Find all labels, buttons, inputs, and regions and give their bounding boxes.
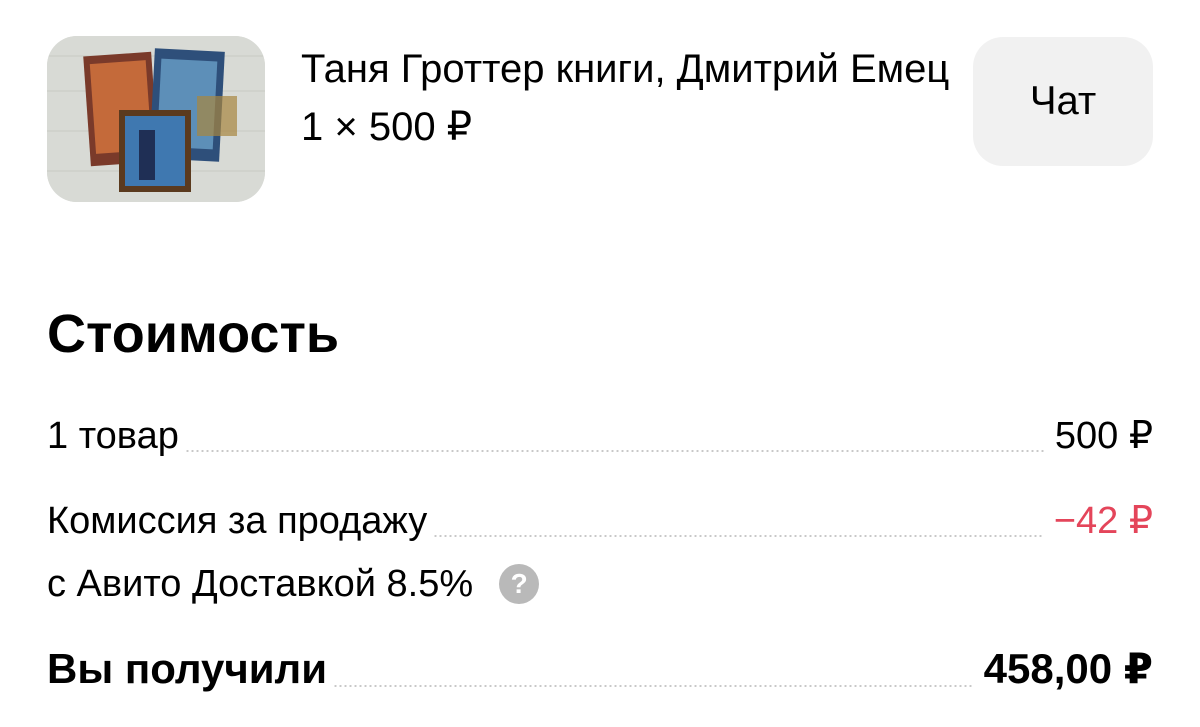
total-label: Вы получили: [47, 645, 328, 692]
dotted-leader: [184, 450, 1045, 452]
items-row: 1 товар 500 ₽: [47, 412, 1153, 460]
items-label: 1 товар: [47, 415, 179, 457]
commission-value: −42 ₽: [1053, 500, 1153, 542]
total-value: 458,00 ₽: [983, 645, 1153, 692]
product-info: Таня Гроттер книги, Дмитрий Емец 1 × 500…: [301, 40, 951, 156]
items-value: 500 ₽: [1054, 415, 1153, 457]
commission-label: Комиссия за продажу: [47, 500, 428, 542]
question-circle-icon[interactable]: ?: [499, 564, 540, 604]
cost-section-title: Стоимость: [47, 304, 340, 364]
product-title[interactable]: Таня Гроттер книги, Дмитрий Емец: [301, 40, 951, 98]
dotted-leader: [333, 685, 974, 687]
product-thumbnail[interactable]: [47, 36, 265, 202]
total-row: Вы получили 458,00 ₽: [47, 643, 1153, 695]
commission-row: Комиссия за продажу −42 ₽: [47, 497, 1153, 545]
commission-label-detail: с Авито Доставкой 8.5%: [47, 563, 474, 605]
commission-label-second-line: с Авито Доставкой 8.5% ?: [47, 560, 540, 608]
dotted-leader: [433, 535, 1044, 537]
product-price-line: 1 × 500 ₽: [301, 105, 473, 149]
chat-button[interactable]: Чат: [973, 37, 1153, 166]
book-stack-photo: [47, 36, 265, 202]
